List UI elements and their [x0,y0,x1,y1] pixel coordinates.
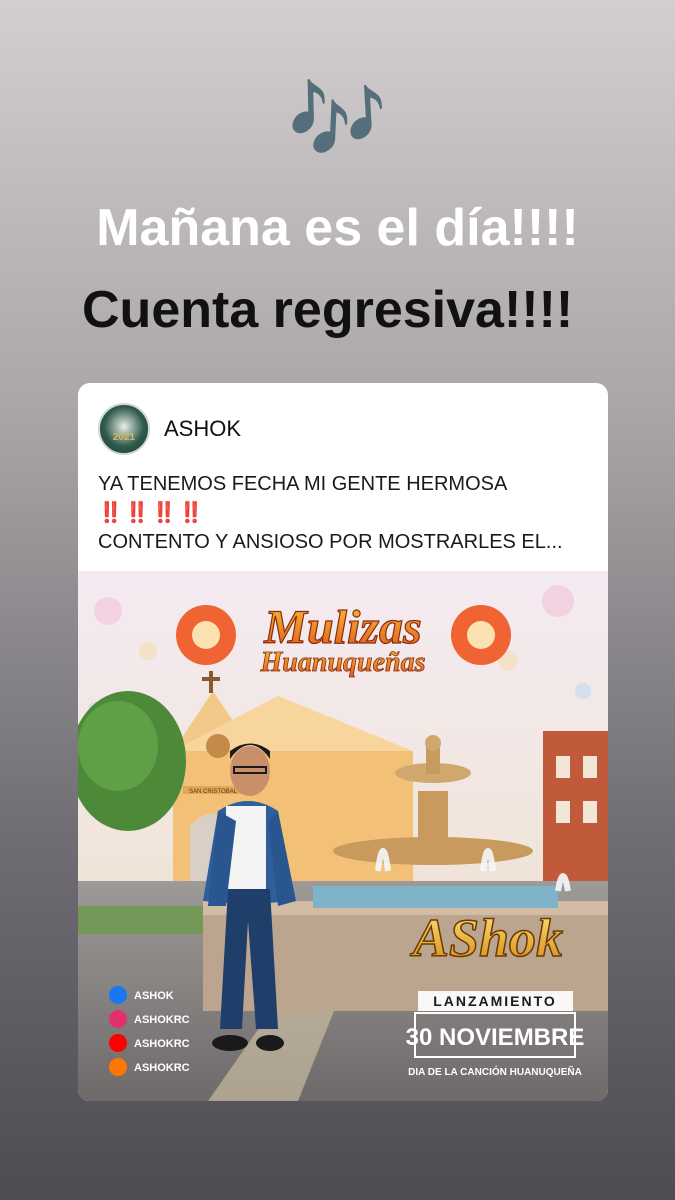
launch-date: 30 NOVIEMBRE [406,1024,585,1051]
caption-line-2: CONTENTO Y ANSIOSO POR MOSTRARLES EL... [98,531,563,553]
youtube-icon [109,1034,127,1052]
story-headline: Mañana es el día!!!! [96,199,579,257]
church-sign: SAN CRISTOBAL [189,789,238,795]
facebook-icon [109,986,127,1004]
launch-label: LANZAMIENTO [433,993,557,1009]
artist-logo: AShok [410,908,563,968]
musical-notes-icon: 🎶 [287,73,388,166]
account-name[interactable]: ASHOK [164,416,241,442]
building [543,731,608,891]
poster-artwork: SAN CRISTOBAL Mulizas Huanuqueñas AShok … [78,571,608,1101]
social-handle: ASHOKRC [134,1062,190,1074]
shared-post-card[interactable]: 2021 ASHOK YA TENEMOS FECHA MI GENTE HER… [78,383,608,1101]
story-subheadline: Cuenta regresiva!!!! [82,281,574,339]
social-handle: ASHOKRC [134,1014,190,1026]
avatar[interactable]: 2021 [98,403,150,455]
social-handle: ASHOKRC [134,1038,190,1050]
instagram-icon [109,1010,127,1028]
social-handle: ASHOK [134,990,174,1002]
post-header: 2021 ASHOK [98,403,241,455]
avatar-text: 2021 [112,432,136,443]
post-caption: YA TENEMOS FECHA MI GENTE HERMOSA ‼️‼️‼️… [98,470,593,557]
post-image[interactable]: SAN CRISTOBAL Mulizas Huanuqueñas AShok … [78,571,608,1101]
caption-line-1: YA TENEMOS FECHA MI GENTE HERMOSA [98,473,508,495]
launch-subtitle: DIA DE LA CANCIÓN HUANUQUEÑA [408,1065,582,1078]
caption-exclamation-marks: ‼️‼️‼️‼️ [98,502,206,524]
poster-title-line-2: Huanuqueñas [260,647,426,678]
soundcloud-icon [109,1058,127,1076]
